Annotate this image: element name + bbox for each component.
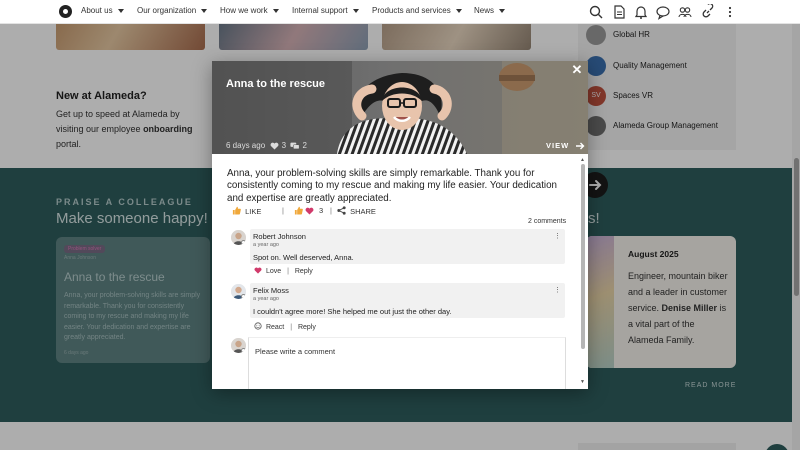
scroll-down-arrow[interactable]: ▼ bbox=[580, 379, 585, 385]
share-icon bbox=[337, 206, 346, 215]
close-icon[interactable]: ✕ bbox=[570, 63, 584, 77]
heart-icon bbox=[305, 207, 314, 215]
nav-news[interactable]: News bbox=[474, 6, 506, 15]
presence-indicator bbox=[241, 348, 246, 353]
chevron-down-icon bbox=[352, 8, 359, 13]
comment-count[interactable]: 2 comments bbox=[528, 218, 566, 225]
chevron-down-icon bbox=[499, 8, 506, 13]
more-vertical-icon[interactable] bbox=[722, 4, 738, 20]
reaction-summary[interactable] bbox=[294, 206, 314, 216]
like-button[interactable]: LIKE bbox=[232, 206, 261, 216]
praise-detail-modal: Anna to the rescue ✕ 6 days ago 3 2 VIEW… bbox=[212, 61, 588, 389]
comment-author[interactable]: Robert Johnson bbox=[253, 232, 306, 241]
thumbs-up-icon bbox=[294, 206, 303, 215]
chevron-down-icon bbox=[117, 8, 124, 13]
react-button[interactable]: React bbox=[266, 324, 284, 331]
divider: | bbox=[282, 206, 284, 215]
comment-input[interactable]: Please write a comment bbox=[248, 337, 566, 389]
comment-text: Spot on. Well deserved, Anna. bbox=[253, 253, 354, 262]
comment: Robert Johnson a year ago Spot on. Well … bbox=[250, 229, 565, 264]
comment-actions: React | Reply bbox=[254, 322, 316, 331]
presence-indicator bbox=[241, 294, 246, 299]
comment-time: a year ago bbox=[253, 296, 279, 302]
nav-our-organization[interactable]: Our organization bbox=[137, 6, 208, 15]
modal-title: Anna to the rescue bbox=[226, 78, 326, 90]
smile-react-icon bbox=[254, 322, 262, 330]
nav-internal-support[interactable]: Internal support bbox=[292, 6, 359, 15]
more-vertical-icon[interactable]: ⋮ bbox=[554, 232, 561, 240]
divider: | bbox=[330, 206, 332, 215]
praise-message: Anna, your problem-solving skills are si… bbox=[227, 168, 557, 204]
chevron-down-icon bbox=[272, 8, 279, 13]
scroll-up-arrow[interactable]: ▲ bbox=[580, 157, 585, 163]
comment-author[interactable]: Felix Moss bbox=[253, 286, 289, 295]
divider: | bbox=[287, 268, 289, 275]
comment-input-placeholder: Please write a comment bbox=[255, 347, 336, 356]
avatar bbox=[231, 338, 246, 353]
love-reaction-button[interactable]: Love bbox=[266, 268, 281, 275]
heart-icon bbox=[254, 267, 262, 274]
reply-button[interactable]: Reply bbox=[295, 268, 313, 275]
reply-button[interactable]: Reply bbox=[298, 324, 316, 331]
chevron-down-icon bbox=[455, 8, 462, 13]
comment: Felix Moss a year ago I couldn't agree m… bbox=[250, 283, 565, 318]
nav-products-and-services[interactable]: Products and services bbox=[372, 6, 462, 15]
comment-text: I couldn't agree more! She helped me out… bbox=[253, 307, 452, 316]
modal-meta: 6 days ago 3 2 bbox=[226, 141, 307, 150]
divider: | bbox=[290, 324, 293, 331]
bell-icon[interactable] bbox=[633, 4, 649, 20]
share-button[interactable]: SHARE bbox=[337, 206, 376, 216]
presence-indicator bbox=[241, 240, 246, 245]
chat-icon[interactable] bbox=[655, 4, 671, 20]
comments-icon bbox=[290, 142, 300, 150]
nav-how-we-work[interactable]: How we work bbox=[220, 6, 279, 15]
view-button[interactable]: VIEW bbox=[546, 141, 585, 150]
reaction-count: 3 bbox=[319, 206, 324, 215]
arrow-right-icon bbox=[576, 142, 585, 150]
thumbs-up-icon bbox=[232, 206, 241, 215]
comment-count-meta: 2 bbox=[302, 141, 307, 150]
post-time: 6 days ago bbox=[226, 141, 266, 150]
top-navigation: About us Our organization How we work In… bbox=[0, 0, 800, 24]
search-icon[interactable] bbox=[588, 4, 604, 20]
avatar[interactable] bbox=[231, 230, 246, 245]
chevron-down-icon bbox=[201, 8, 208, 13]
like-count: 3 bbox=[281, 141, 287, 150]
document-icon[interactable] bbox=[611, 4, 627, 20]
modal-scrollbar-thumb[interactable] bbox=[581, 164, 585, 349]
comment-time: a year ago bbox=[253, 242, 279, 248]
people-icon[interactable] bbox=[677, 4, 693, 20]
more-vertical-icon[interactable]: ⋮ bbox=[554, 286, 561, 294]
avatar[interactable] bbox=[231, 284, 246, 299]
heart-icon bbox=[270, 142, 279, 150]
nav-about-us[interactable]: About us bbox=[81, 6, 124, 15]
modal-hero: Anna to the rescue ✕ 6 days ago 3 2 VIEW bbox=[212, 61, 588, 154]
link-icon[interactable] bbox=[700, 2, 716, 20]
logo-icon[interactable] bbox=[59, 5, 72, 18]
comment-actions: Love | Reply bbox=[254, 267, 313, 275]
